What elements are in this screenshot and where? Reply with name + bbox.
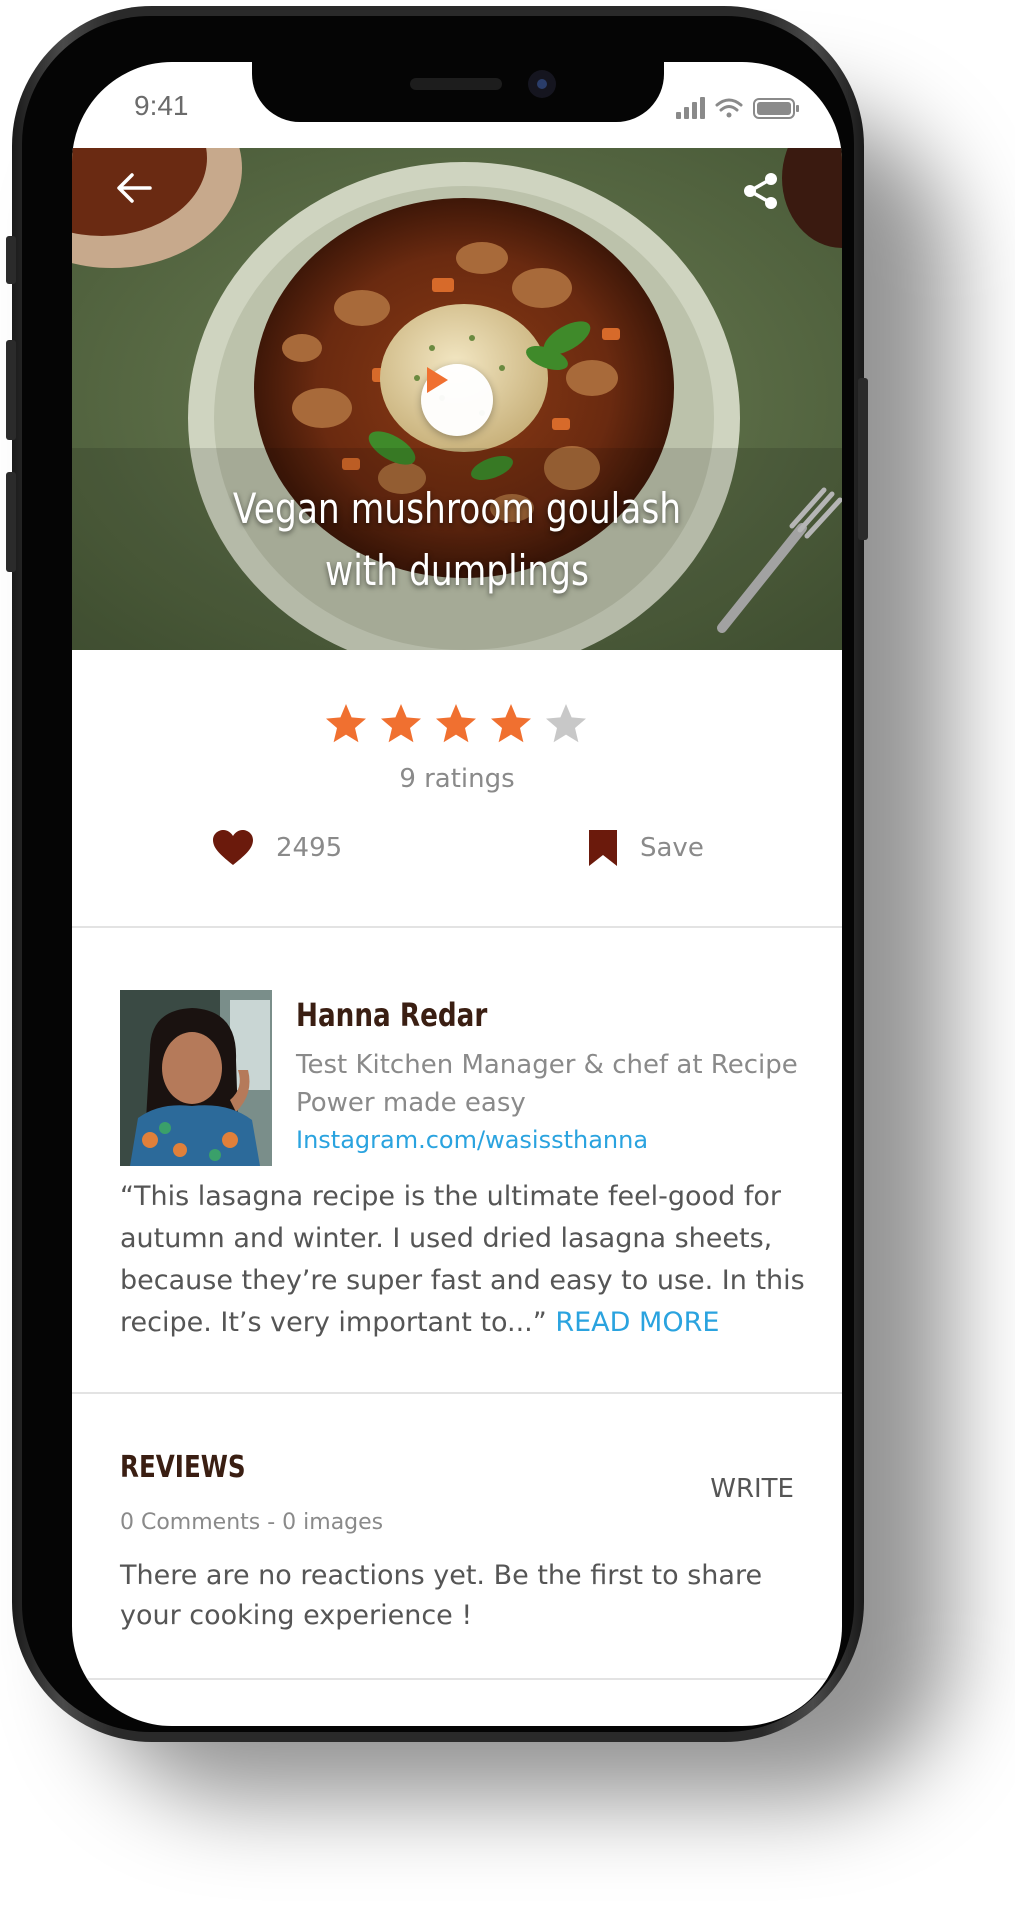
speaker — [410, 78, 502, 90]
share-button[interactable] — [742, 172, 798, 228]
back-button[interactable] — [116, 172, 172, 228]
battery-icon — [753, 98, 799, 119]
star-rating[interactable] — [324, 702, 588, 746]
volume-up-button — [6, 340, 16, 440]
divider — [72, 1392, 842, 1394]
reviews-heading: REVIEWS — [120, 1450, 246, 1485]
star-icon[interactable] — [379, 702, 423, 746]
mute-switch — [6, 236, 16, 284]
author-role: Test Kitchen Manager & chef at Recipe Po… — [296, 1050, 798, 1118]
ratings-count: 9 ratings — [399, 764, 515, 794]
play-icon — [427, 367, 448, 393]
likes-count: 2495 — [276, 833, 343, 863]
recipe-actions: 2495 Save — [72, 818, 842, 888]
author-instagram-link[interactable]: Instagram.com/wasissthanna — [296, 1126, 648, 1154]
recipe-hero-image: Vegan mushroom goulash with dumplings — [72, 148, 842, 650]
like-button[interactable]: 2495 — [212, 818, 342, 878]
reviews-meta: 0 Comments - 0 images — [120, 1510, 384, 1535]
cellular-signal-icon — [676, 97, 705, 119]
power-button — [858, 378, 868, 540]
star-icon[interactable] — [489, 702, 533, 746]
wifi-icon — [715, 98, 743, 118]
reviews-empty-state: There are no reactions yet. Be the first… — [120, 1560, 763, 1631]
share-icon — [744, 173, 777, 209]
author-name: Hanna Redar — [296, 996, 488, 1034]
star-icon[interactable] — [434, 702, 478, 746]
star-icon[interactable] — [324, 702, 368, 746]
bookmark-icon — [589, 830, 617, 866]
recipe-description: “This lasagna recipe is the ultimate fee… — [120, 1176, 810, 1344]
divider — [72, 1678, 842, 1680]
arrow-left-icon — [117, 173, 152, 203]
notch — [252, 62, 664, 122]
front-camera — [528, 70, 556, 98]
write-review-button[interactable]: WRITE — [710, 1474, 794, 1504]
recipe-title: Vegan mushroom goulash with dumplings — [232, 484, 682, 595]
status-time: 9:41 — [134, 90, 189, 121]
phone-body: 9:41 Vegan mushroom goulash with dumplin… — [22, 16, 854, 1732]
heart-icon — [213, 830, 253, 865]
play-video-button[interactable] — [421, 364, 493, 436]
divider — [72, 926, 842, 928]
author-avatar — [120, 990, 272, 1166]
author-card: Hanna Redar Test Kitchen Manager & chef … — [120, 990, 800, 1170]
volume-down-button — [6, 472, 16, 572]
status-icons — [676, 96, 816, 120]
star-icon[interactable] — [544, 702, 588, 746]
app-screen: 9:41 Vegan mushroom goulash with dumplin… — [72, 62, 842, 1726]
save-button[interactable]: Save — [588, 818, 704, 878]
rating-section: 9 ratings — [72, 650, 842, 794]
save-label: Save — [640, 833, 704, 863]
read-more-link[interactable]: READ MORE — [555, 1307, 719, 1338]
status-bar: 9:41 — [72, 62, 842, 148]
